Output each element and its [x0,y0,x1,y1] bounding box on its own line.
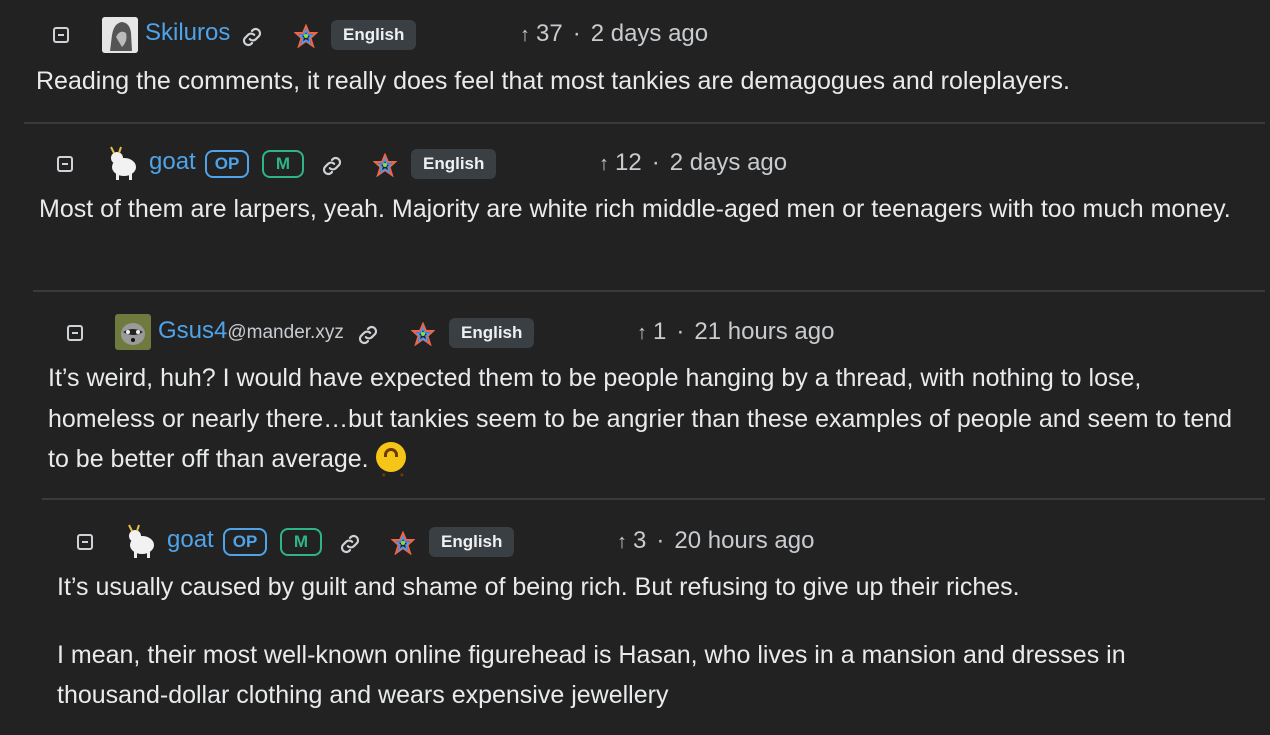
comment-body: Most of them are larpers, yeah. Majority… [39,189,1240,230]
upside-down-face-emoji [375,442,406,496]
username-link[interactable]: Skiluros [145,19,230,47]
link-icon[interactable] [355,322,381,348]
comment-header: Skiluros English ↑ 37 · 2 days ago [0,15,1270,55]
rainbow-star-icon [373,153,397,177]
meta-dot: · [572,20,581,47]
raccoon-avatar[interactable] [115,314,151,350]
meta-dot: · [651,149,660,176]
mod-badge: M [280,528,322,556]
comment-text: It’s weird, huh? I would have expected t… [48,364,1233,473]
thread-separator [24,122,1265,124]
comment-meta: ↑ 3 · 20 hours ago [617,527,814,555]
comment-meta: ↑ 12 · 2 days ago [599,149,787,177]
comment-meta: ↑ 37 · 2 days ago [520,20,708,48]
comment-meta: ↑ 1 · 21 hours ago [637,318,834,346]
rainbow-star-icon [411,322,435,346]
language-badge: English [331,20,417,50]
link-icon[interactable] [319,153,345,179]
thread-separator [42,498,1265,500]
mod-badge: M [262,150,304,178]
op-badge: OP [205,150,249,178]
timestamp[interactable]: 2 days ago [670,149,787,176]
link-icon[interactable] [337,531,363,557]
statue-avatar[interactable] [102,17,138,53]
arrow-up-icon[interactable]: ↑ [637,322,647,344]
language-badge: English [411,149,497,179]
comment-paragraph: It’s usually caused by guilt and shame o… [57,573,1020,601]
comment-paragraph: I mean, their most well-known online fig… [57,640,1126,710]
timestamp[interactable]: 2 days ago [591,20,708,47]
comment-paragraph: Reading the comments, it really does fee… [36,67,1070,95]
score: 12 [615,149,642,176]
goat-avatar[interactable] [124,523,160,559]
language-badge: English [429,527,515,557]
score: 1 [653,318,667,345]
comment-body: Reading the comments, it really does fee… [36,61,1240,102]
link-icon[interactable] [239,24,265,50]
rainbow-star-icon [294,24,318,48]
timestamp[interactable]: 20 hours ago [674,527,814,554]
meta-dot: · [676,318,685,345]
language-badge: English [449,318,535,348]
comment-body: It’s usually caused by guilt and shame o… [57,567,1240,716]
arrow-up-icon[interactable]: ↑ [599,153,609,175]
username-link[interactable]: Gsus4@mander.xyz [158,317,344,345]
comment-header: goat OP M English ↑ 12 · 2 days ago [24,143,1270,183]
timestamp[interactable]: 21 hours ago [694,318,834,345]
thread-separator [33,290,1265,292]
comment-header: Gsus4@mander.xyz English ↑ 1 · 21 hours ago [33,312,1270,352]
comment-paragraph: It’s weird, huh? I would have expected t… [48,358,1240,496]
goat-avatar[interactable] [106,145,142,181]
collapse-button[interactable] [57,156,73,172]
arrow-up-icon[interactable]: ↑ [617,531,627,553]
meta-dot: · [656,527,665,554]
comment-body: It’s weird, huh? I would have expected t… [48,358,1240,496]
collapse-button[interactable] [67,325,83,341]
op-badge: OP [223,528,267,556]
collapse-button[interactable] [77,534,93,550]
comment-paragraph: Most of them are larpers, yeah. Majority… [39,195,1231,223]
username-link[interactable]: goat [149,148,196,176]
collapse-button[interactable] [53,27,69,43]
score: 3 [633,527,647,554]
arrow-up-icon[interactable]: ↑ [520,24,530,46]
comment-header: goat OP M English ↑ 3 · 20 hours ago [42,521,1270,561]
instance-domain: @mander.xyz [227,322,344,343]
rainbow-star-icon [391,531,415,555]
username-link[interactable]: goat [167,526,214,554]
score: 37 [536,20,563,47]
